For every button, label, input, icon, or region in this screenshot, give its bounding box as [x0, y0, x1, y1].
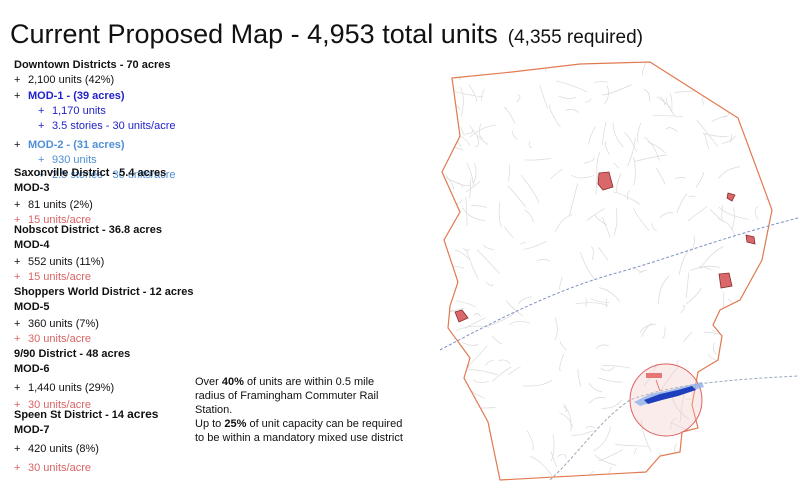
saxonville-units-row: +81 units (2%)	[14, 199, 93, 211]
nobscot-district: Nobscot District - 36.8 acres MOD-4 +552…	[14, 223, 162, 285]
nine90-mod: MOD-6	[14, 363, 50, 375]
transit-note: Over 40% of units are within 0.5 mile ra…	[195, 375, 405, 445]
nobscot-zone	[745, 234, 756, 245]
map-title: Current Proposed Map - 4,953 total units…	[10, 18, 643, 54]
nobscot-units-row: +552 units (11%)	[14, 256, 105, 268]
speen-units-row: +420 units (8%)	[14, 443, 99, 455]
mod1-density-row: +3.5 stories - 30 units/acre	[38, 120, 176, 132]
zone-west	[454, 309, 469, 323]
mod1-units-row: +1,170 units	[38, 105, 106, 117]
speen-district: Speen St District - 14 acres MOD-7 +420 …	[14, 407, 158, 476]
saxonville-zone	[597, 171, 614, 191]
nobscot-heading: Nobscot District - 36.8 acres	[14, 224, 162, 236]
downtown-units-row: +2,100 units (42%)	[14, 74, 115, 86]
note-paragraph-2: Up to 25% of unit capacity can be requir…	[195, 418, 403, 444]
saxonville-heading: Saxonville District - 5.4 acres	[14, 167, 167, 179]
saxonville-mod: MOD-3	[14, 182, 50, 194]
mod1-heading-row: + MOD-1 - (39 acres)	[14, 90, 125, 102]
rail-line-north	[439, 217, 799, 351]
nine90-units-row: +1,440 units (29%)	[14, 382, 115, 394]
shoppers-units-row: +360 units (7%)	[14, 318, 99, 330]
town-boundary	[441, 61, 773, 481]
speen-heading: Speen St District - 14 acres	[14, 407, 159, 421]
shoppers-world-district: Shoppers World District - 12 acres MOD-5…	[14, 285, 194, 347]
shoppers-mod: MOD-5	[14, 301, 50, 313]
station-label	[646, 373, 662, 378]
speen-density-row: +30 units/acre	[14, 462, 91, 474]
zone-east-2	[718, 272, 733, 289]
downtown-district: Downtown Districts - 70 acres +2,100 uni…	[14, 58, 176, 183]
nine90-district: 9/90 District - 48 acres MOD-6 +1,440 un…	[14, 347, 130, 413]
title-main: Current Proposed Map - 4,953 total units	[10, 19, 498, 49]
road-lines	[442, 62, 772, 480]
nobscot-mod: MOD-4	[14, 239, 50, 251]
saxonville-district: Saxonville District - 5.4 acres MOD-3 +8…	[14, 166, 166, 228]
mod2-heading-row: + MOD-2 - (31 acres)	[14, 139, 125, 151]
shoppers-heading: Shoppers World District - 12 acres	[14, 286, 194, 298]
nine90-heading: 9/90 District - 48 acres	[14, 348, 131, 360]
title-required: (4,355 required)	[507, 27, 643, 48]
town-map	[439, 61, 799, 481]
note-paragraph-1: Over 40% of units are within 0.5 mile ra…	[195, 376, 379, 416]
nobscot-density-row: +15 units/acre	[14, 271, 91, 283]
shoppers-density-row: +30 units/acre	[14, 333, 91, 345]
zone-east-1	[726, 192, 736, 202]
downtown-heading: Downtown Districts - 70 acres	[14, 59, 171, 71]
speen-mod: MOD-7	[14, 424, 50, 436]
road-network	[442, 62, 772, 480]
